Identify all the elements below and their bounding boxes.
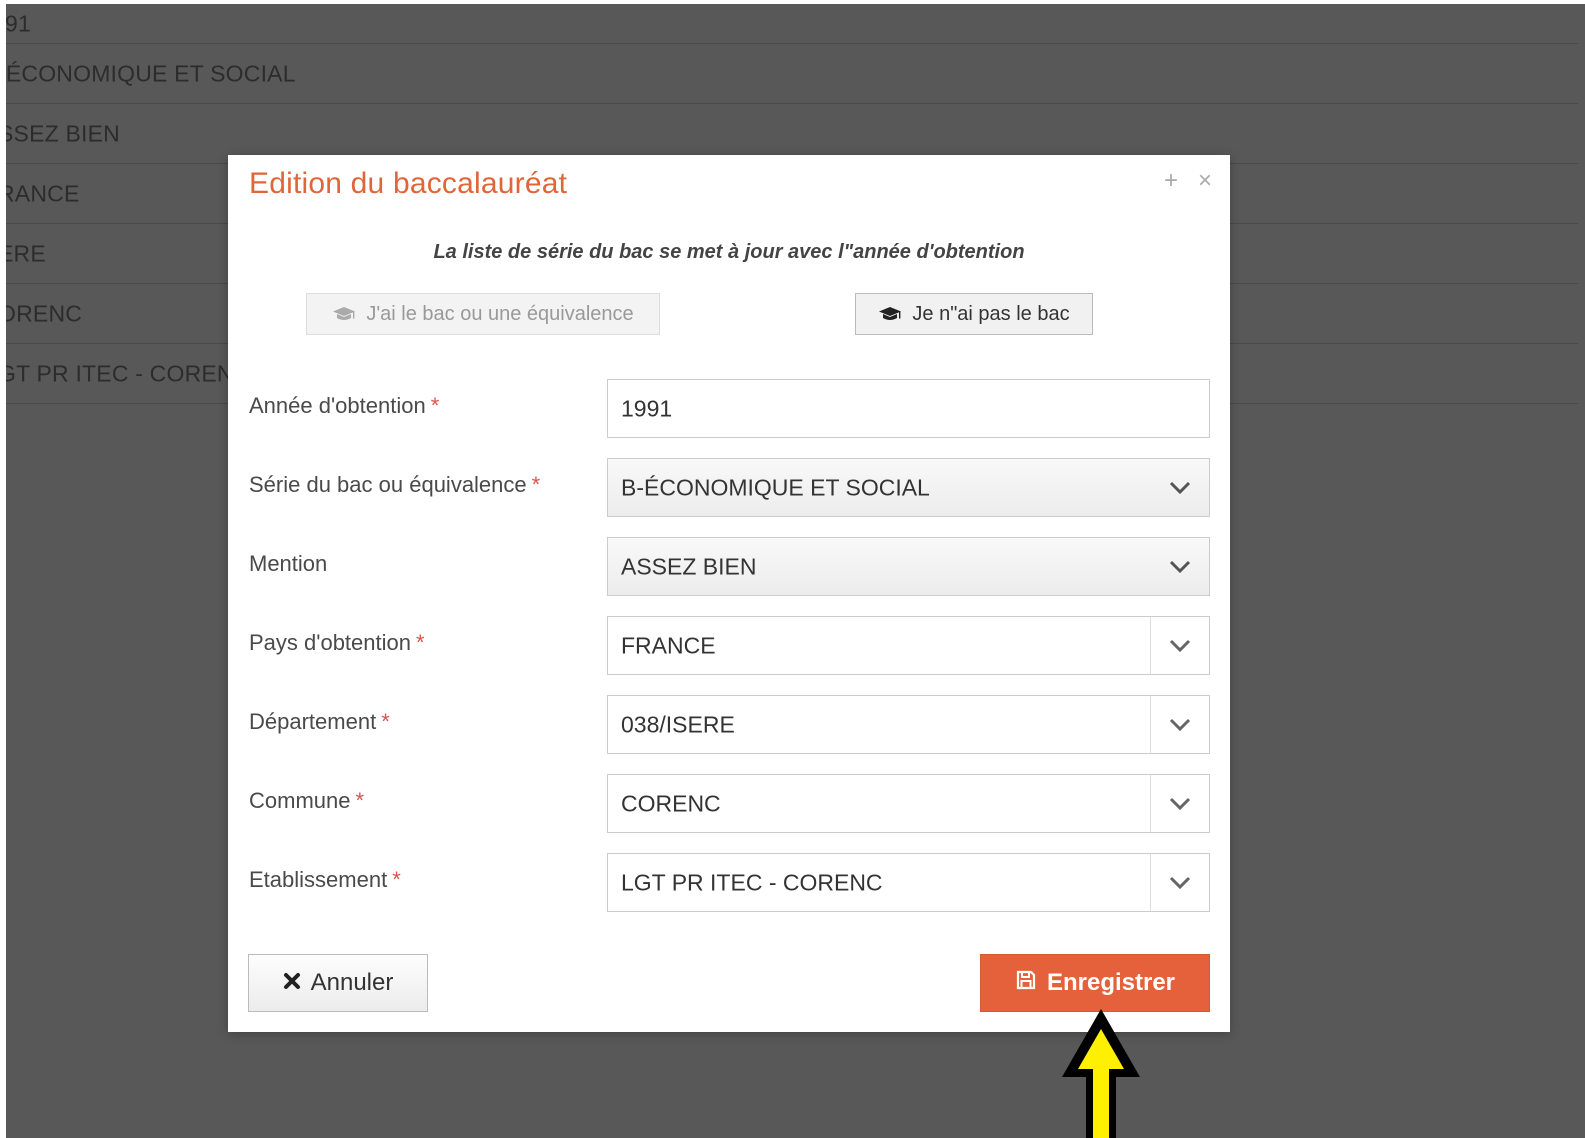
school-combobox[interactable]: LGT PR ITEC - CORENC [607,853,1210,912]
commune-label: Commune * [249,788,364,814]
maximize-icon[interactable]: + [1164,169,1178,193]
dialog-hint: La liste de série du bac se met à jour a… [433,241,1025,263]
series-label-text: Série du bac ou équivalence [249,472,527,497]
year-input[interactable]: 1991 [607,379,1210,438]
commune-value: CORENC [621,790,721,816]
background-row-text: ORENC [6,300,83,326]
department-value: 038/ISERE [621,711,735,737]
dialog-title: Edition du baccalauréat [249,167,568,200]
save-label: Enregistrer [1046,969,1176,996]
commune-combobox[interactable]: CORENC [607,774,1210,833]
country-combobox[interactable]: FRANCE [607,616,1210,675]
series-select[interactable]: B-ÉCONOMIQUE ET SOCIAL [607,458,1210,517]
year-label-text: Année d'obtention [249,393,426,418]
required-marker: * [415,630,425,655]
close-icon[interactable]: × [1198,169,1212,193]
floppy-disk-icon [1015,969,1037,998]
required-marker: * [531,472,541,497]
department-label: Département * [249,709,390,735]
chevron-down-icon[interactable] [1150,854,1209,911]
country-label-text: Pays d'obtention [249,630,411,655]
chevron-down-icon[interactable] [1151,538,1209,595]
mention-select[interactable]: ASSEZ BIEN [607,537,1210,596]
country-value: FRANCE [621,632,716,658]
mention-label-text: Mention [249,551,328,576]
dialog-window-controls: + × [1164,169,1212,193]
department-label-text: Département [249,709,377,734]
graduation-cap-icon [332,306,356,322]
series-label: Série du bac ou équivalence * [249,472,540,498]
school-label: Etablissement * [249,867,401,893]
graduation-cap-icon [878,306,902,322]
background-row-text: ERE [6,240,46,266]
school-value: LGT PR ITEC - CORENC [621,869,883,895]
cancel-button[interactable]: Annuler [248,954,428,1012]
country-label: Pays d'obtention * [249,630,425,656]
no-bac-label: Je n"ai pas le bac [912,302,1070,325]
has-bac-label: J'ai le bac ou une équivalence [366,302,634,325]
bac-edit-dialog: Edition du baccalauréat + × La liste de … [228,155,1230,1032]
no-bac-button[interactable]: Je n"ai pas le bac [855,293,1093,335]
background-row-text: GT PR ITEC - COREN [6,360,234,386]
required-marker: * [430,393,440,418]
school-label-text: Etablissement [249,867,388,892]
background-row-text: RANCE [6,180,80,206]
background-row-text: SSEZ BIEN [6,120,120,146]
chevron-down-icon[interactable] [1150,775,1209,832]
commune-label-text: Commune [249,788,351,813]
up-arrow-annotation [1058,1003,1144,1138]
cancel-label: Annuler [310,969,394,996]
chevron-down-icon[interactable] [1151,459,1209,516]
mention-label: Mention [249,551,327,577]
background-row-text: -ÉCONOMIQUE ET SOCIAL [6,60,296,86]
background-row: -ÉCONOMIQUE ET SOCIAL [6,44,1578,104]
mention-value: ASSEZ BIEN [621,553,757,579]
year-label: Année d'obtention * [249,393,439,419]
year-value: 1991 [621,395,673,421]
background-row: 991 [6,4,1578,44]
required-marker: * [392,867,401,892]
department-combobox[interactable]: 038/ISERE [607,695,1210,754]
chevron-down-icon[interactable] [1150,696,1209,753]
background-row-text: 991 [6,10,31,36]
series-value: B-ÉCONOMIQUE ET SOCIAL [621,474,930,500]
required-marker: * [355,788,365,813]
chevron-down-icon[interactable] [1150,617,1209,674]
required-marker: * [381,709,390,734]
has-bac-button[interactable]: J'ai le bac ou une équivalence [306,293,660,335]
times-icon [283,969,301,997]
